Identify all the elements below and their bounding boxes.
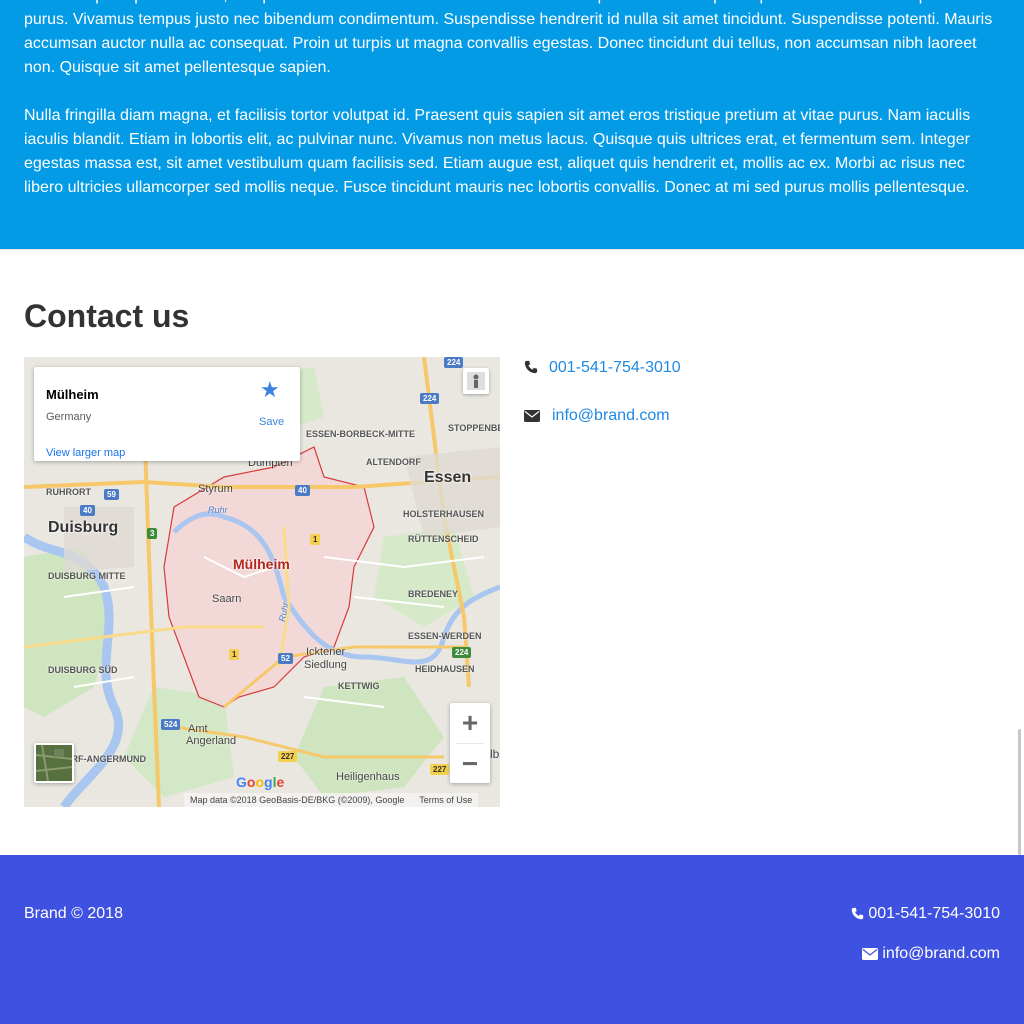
map-label-stoppenberg: STOPPENBERG <box>448 423 500 433</box>
map-label-ruettenscheid: RÜTTENSCHEID <box>408 534 479 544</box>
map-label-essen-werden: ESSEN-WERDEN <box>408 631 482 641</box>
road-shield: 40 <box>295 485 310 496</box>
google-logo: Google <box>236 774 285 790</box>
map-embed[interactable]: Essen Duisburg Mülheim Styrum Dümpten Sa… <box>24 357 500 807</box>
contact-phone-link[interactable]: 001-541-754-3010 <box>549 359 681 377</box>
attribution-text: Map data ©2018 GeoBasis-DE/BKG (©2009), … <box>190 795 405 805</box>
envelope-icon <box>862 948 879 960</box>
map-label-duisburg-sued: DUISBURG SÜD <box>48 665 118 675</box>
satellite-toggle-button[interactable] <box>34 743 74 783</box>
map-label-duisburg-mitte: DUISBURG MITTE <box>48 571 126 581</box>
map-label-essen: Essen <box>424 469 472 486</box>
map-label-icktener: Icktener <box>306 646 346 658</box>
road-shield: 227 <box>278 751 298 762</box>
map-label-siedlung: Siedlung <box>304 659 347 671</box>
road-shield: 524 <box>161 719 181 730</box>
map-label-heidhausen: HEIDHAUSEN <box>415 664 475 674</box>
road-shield: 59 <box>104 489 119 500</box>
map-label-heiligenhaus: Heiligenhaus <box>336 771 400 783</box>
map-label-amt: Amt <box>188 723 208 735</box>
about-section: Pellentesque a porttitor sem, sed portti… <box>0 0 1024 249</box>
footer-phone[interactable]: 001-541-754-3010 <box>851 905 1000 923</box>
map-label-borbeck: ESSEN-BORBECK-MITTE <box>306 429 416 439</box>
map-label-kettwig: KETTWIG <box>338 681 380 691</box>
place-country: Germany <box>46 411 92 423</box>
terms-of-use-link[interactable]: Terms of Use <box>419 795 472 805</box>
map-label-ruhrort: RUHRORT <box>46 487 91 497</box>
map-label-holsterhausen: HOLSTERHAUSEN <box>403 509 485 519</box>
place-name: Mülheim <box>46 387 99 402</box>
map-label-muelheim: Mülheim <box>233 556 290 572</box>
road-shield: 1 <box>310 534 321 545</box>
phone-icon <box>852 907 864 920</box>
map-label-altendorf: ALTENDORF <box>366 457 421 467</box>
contact-title: Contact us <box>24 298 190 334</box>
pegman-icon <box>467 372 485 390</box>
satellite-thumbnail-icon <box>36 745 72 781</box>
map-place-card: Mülheim Germany View larger map ★ Save <box>34 367 300 461</box>
envelope-icon <box>524 410 540 422</box>
road-shield: 1 <box>229 649 240 660</box>
road-shield: 52 <box>278 653 293 664</box>
about-paragraph-1: Pellentesque a porttitor sem, sed portti… <box>24 0 993 76</box>
section-divider <box>0 249 1024 250</box>
map-label-bredeney: BREDENEY <box>408 589 459 599</box>
fullscreen-button[interactable] <box>463 368 489 394</box>
contact-email-link[interactable]: info@brand.com <box>552 407 670 425</box>
footer-phone-text[interactable]: 001-541-754-3010 <box>868 905 1000 922</box>
road-shield: 224 <box>420 393 440 404</box>
phone-icon <box>524 360 538 374</box>
road-shield: 224 <box>444 357 464 368</box>
save-button[interactable]: Save <box>259 416 284 428</box>
road-shield: 224 <box>452 647 472 658</box>
map-label-ruhr-1: Ruhr <box>208 505 228 515</box>
footer: Brand © 2018 001-541-754-3010 info@brand… <box>0 855 1024 1024</box>
footer-email[interactable]: info@brand.com <box>862 945 1000 963</box>
footer-email-text[interactable]: info@brand.com <box>882 945 1000 962</box>
about-paragraph-2: Nulla fringilla diam magna, et facilisis… <box>24 107 971 196</box>
map-label-angerland: Angerland <box>186 735 237 747</box>
road-shield: 3 <box>147 528 158 539</box>
map-label-duisburg: Duisburg <box>48 519 119 536</box>
view-larger-map-link[interactable]: View larger map <box>46 447 125 459</box>
road-shield: 227 <box>430 764 450 775</box>
zoom-out-button[interactable]: − <box>450 744 490 784</box>
map-label-saarn: Saarn <box>212 593 242 605</box>
map-label-styrum: Styrum <box>198 483 233 495</box>
map-label-lb: lb <box>490 747 500 761</box>
map-attribution: Map data ©2018 GeoBasis-DE/BKG (©2009), … <box>184 793 479 807</box>
footer-brand: Brand © 2018 <box>24 905 123 922</box>
star-icon[interactable]: ★ <box>260 377 280 403</box>
page-scrollbar[interactable] <box>1018 729 1021 855</box>
zoom-in-button[interactable]: + <box>450 703 490 743</box>
road-shield: 40 <box>80 505 95 516</box>
zoom-controls: + − <box>450 703 490 783</box>
